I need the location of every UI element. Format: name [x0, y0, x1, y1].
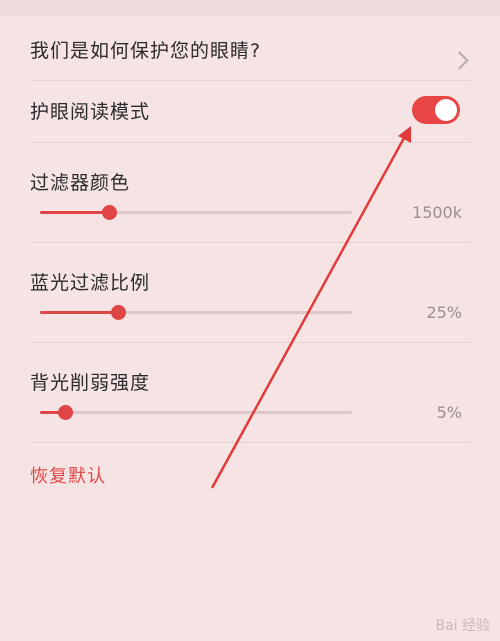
annotation-arrow-icon [210, 126, 411, 489]
watermark: Bai 经验 [435, 618, 490, 634]
